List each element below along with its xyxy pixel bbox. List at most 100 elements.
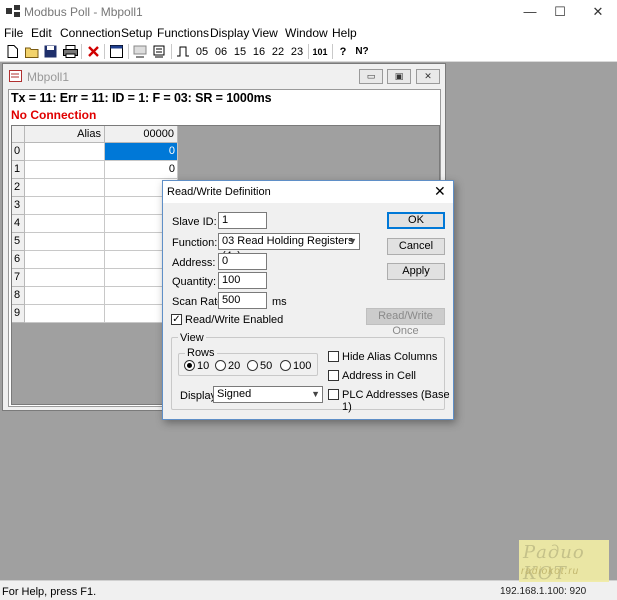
close-button[interactable]: ✕ — [576, 0, 617, 24]
fc-23-button[interactable]: 23 — [289, 43, 305, 60]
rows-50-radio[interactable] — [247, 360, 258, 371]
menu-file[interactable]: File — [4, 26, 23, 40]
dialog-title-bar[interactable]: Read/Write Definition ✕ — [163, 181, 453, 203]
app-title-bar: Modbus Poll - Mbpoll1 — ☐ ✕ — [0, 0, 617, 24]
open-folder-icon[interactable] — [24, 43, 40, 60]
alias-cell[interactable] — [25, 287, 105, 305]
help-icon[interactable]: ? — [336, 43, 350, 60]
rows-20-label: 20 — [228, 360, 241, 372]
read-write-definition-dialog: Read/Write Definition ✕ Slave ID: 1 Func… — [162, 180, 454, 420]
alias-column-header[interactable]: Alias — [25, 126, 105, 143]
row-header[interactable]: 9 — [12, 305, 25, 323]
connection-status: No Connection — [11, 108, 97, 122]
whats-this-icon[interactable]: N? — [354, 43, 370, 60]
slave-id-input[interactable]: 1 — [218, 212, 267, 229]
row-header[interactable]: 6 — [12, 251, 25, 269]
fc-05-button[interactable]: 05 — [194, 43, 210, 60]
poll-status-line: Tx = 11: Err = 11: ID = 1: F = 03: SR = … — [11, 91, 272, 105]
row-header[interactable]: 2 — [12, 179, 25, 197]
alias-cell[interactable] — [25, 305, 105, 323]
slave-id-label: Slave ID: — [172, 216, 217, 228]
menu-bar: File Edit Connection Setup Functions Dis… — [0, 24, 617, 42]
modbus-app-icon — [6, 5, 20, 17]
quantity-input[interactable]: 100 — [218, 272, 267, 289]
grid-corner — [12, 126, 25, 143]
rows-group-label: Rows — [185, 347, 217, 359]
menu-connection[interactable]: Connection — [60, 26, 121, 40]
child-minimize-button[interactable]: ▭ — [359, 69, 383, 84]
value-cell[interactable]: 0 — [105, 161, 178, 179]
alias-cell[interactable] — [25, 215, 105, 233]
watermark-title: Радио КОТ — [523, 542, 585, 584]
display-value: Signed — [217, 388, 252, 400]
communication-icon[interactable] — [132, 43, 148, 60]
ok-button[interactable]: OK — [387, 212, 445, 229]
alias-cell[interactable] — [25, 143, 105, 161]
row-header[interactable]: 8 — [12, 287, 25, 305]
mbpoll-title-bar[interactable]: Mbpoll1 ▭ ▣ ✕ — [3, 64, 445, 88]
menu-setup[interactable]: Setup — [121, 26, 152, 40]
alias-cell[interactable] — [25, 251, 105, 269]
radiokot-watermark: Радио КОТ radiokot.ru — [519, 540, 609, 584]
address-input[interactable]: 0 — [218, 253, 267, 270]
dialog-close-icon[interactable]: ✕ — [434, 183, 446, 200]
fc-16-button[interactable]: 16 — [251, 43, 267, 60]
menu-view[interactable]: View — [252, 26, 278, 40]
apply-button[interactable]: Apply — [387, 263, 445, 280]
menu-display[interactable]: Display — [210, 26, 249, 40]
child-restore-button[interactable]: ▣ — [387, 69, 411, 84]
dialog-title: Read/Write Definition — [167, 186, 271, 198]
traffic-icon[interactable] — [151, 43, 167, 60]
address-in-cell-checkbox[interactable] — [328, 370, 339, 381]
alias-cell[interactable] — [25, 197, 105, 215]
new-file-icon[interactable] — [5, 43, 19, 60]
alias-cell[interactable] — [25, 269, 105, 287]
row-header[interactable]: 1 — [12, 161, 25, 179]
scan-rate-unit: ms — [272, 296, 287, 308]
fc-22-button[interactable]: 22 — [270, 43, 286, 60]
alias-cell[interactable] — [25, 161, 105, 179]
rows-10-radio[interactable] — [184, 360, 195, 371]
menu-help[interactable]: Help — [332, 26, 357, 40]
row-header[interactable]: 0 — [12, 143, 25, 161]
save-icon[interactable] — [43, 43, 58, 60]
value-cell-selected[interactable]: 0 — [105, 143, 178, 161]
row-header[interactable]: 3 — [12, 197, 25, 215]
window-icon[interactable] — [108, 43, 124, 60]
child-close-button[interactable]: ✕ — [416, 69, 440, 84]
menu-edit[interactable]: Edit — [31, 26, 52, 40]
menu-functions[interactable]: Functions — [157, 26, 209, 40]
view-group-label: View — [178, 332, 206, 344]
rows-100-radio[interactable] — [280, 360, 291, 371]
display-select[interactable]: Signed ▼ — [213, 386, 323, 403]
fc-15-button[interactable]: 15 — [232, 43, 248, 60]
function-select[interactable]: 03 Read Holding Registers (4x) ▼ — [218, 233, 360, 262]
alias-cell[interactable] — [25, 233, 105, 251]
row-header[interactable]: 7 — [12, 269, 25, 287]
rw-enabled-label: Read/Write Enabled — [185, 314, 284, 326]
row-header[interactable]: 5 — [12, 233, 25, 251]
app-title: Modbus Poll - Mbpoll1 — [24, 5, 143, 19]
alias-cell[interactable] — [25, 179, 105, 197]
plc-addresses-checkbox[interactable] — [328, 389, 339, 400]
register-column-header[interactable]: 00000 — [105, 126, 178, 143]
menu-window[interactable]: Window — [285, 26, 328, 40]
plc-addresses-label: PLC Addresses (Base 1) — [342, 389, 450, 413]
row-header[interactable]: 4 — [12, 215, 25, 233]
cancel-button[interactable]: Cancel — [387, 238, 445, 255]
toolbar: 05 06 15 16 22 23 101 ? N? — [0, 42, 617, 62]
chevron-down-icon: ▼ — [348, 236, 357, 246]
address-in-cell-label: Address in Cell — [342, 370, 416, 382]
rows-20-radio[interactable] — [215, 360, 226, 371]
rw-enabled-checkbox[interactable]: ✓ — [171, 314, 182, 325]
disconnect-icon[interactable] — [85, 43, 101, 60]
print-icon[interactable] — [62, 43, 78, 60]
mbpoll-doc-icon — [9, 70, 22, 82]
scan-rate-input[interactable]: 500 — [218, 292, 267, 309]
read-write-once-button[interactable]: Read/Write Once — [366, 308, 445, 337]
rows-100-label: 100 — [293, 360, 312, 372]
fc-06-button[interactable]: 06 — [213, 43, 229, 60]
fc-101-button[interactable]: 101 — [311, 43, 329, 60]
pulse-icon[interactable] — [175, 43, 191, 60]
hide-alias-checkbox[interactable] — [328, 351, 339, 362]
